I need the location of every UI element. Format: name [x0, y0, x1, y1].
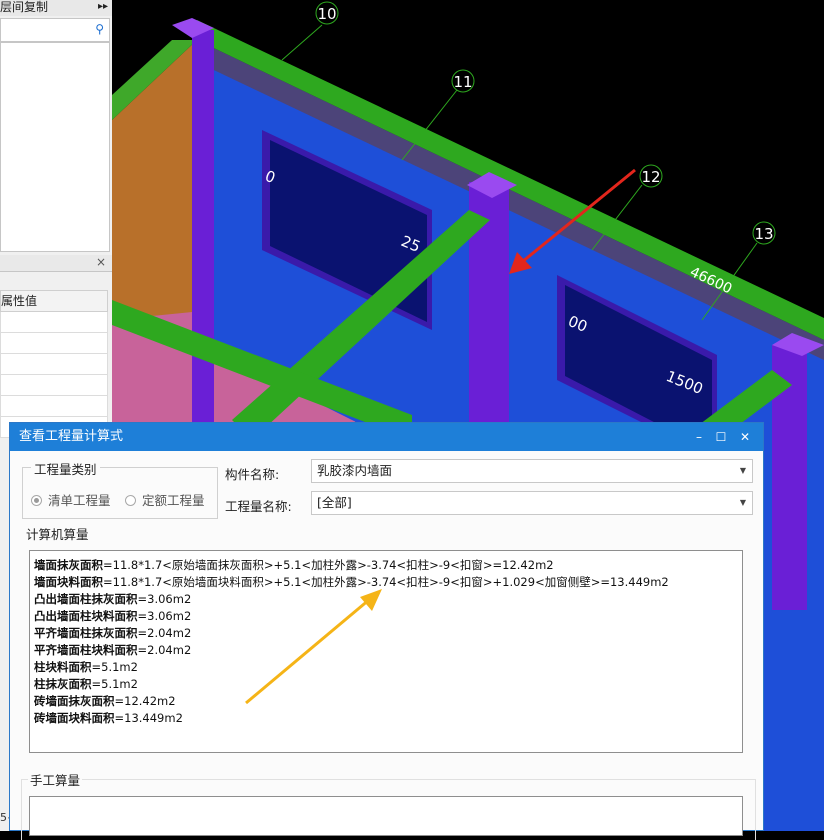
grid-header-label: 属性值 — [1, 294, 38, 308]
grid-row[interactable] — [0, 312, 108, 333]
grid-row[interactable] — [0, 333, 108, 354]
panel-tree[interactable] — [0, 42, 110, 252]
properties-grid: 属性值 — [0, 290, 108, 438]
panel-title: 层间复制 — [0, 0, 49, 14]
axis-marker-10: 10 — [315, 1, 339, 25]
column-1 — [192, 30, 214, 430]
grid-header: 属性值 — [0, 290, 108, 312]
yellow-arrow — [245, 589, 382, 705]
axis-label-12: 12 — [641, 168, 660, 186]
grid-row[interactable] — [0, 375, 108, 396]
grid-row[interactable] — [0, 396, 108, 417]
axis-marker-12: 12 — [639, 164, 663, 188]
quantity-formula-dialog: 查看工程量计算式 – ☐ ✕ 工程量类别 清单工程量 定额工程量 构件名称: 乳… — [9, 422, 764, 840]
axis-marker-13: 13 — [752, 221, 776, 245]
properties-header: × — [0, 255, 112, 272]
axis-label-13: 13 — [754, 225, 773, 243]
panel-search-input[interactable]: ⚲ — [0, 18, 110, 42]
axis-label-11: 11 — [453, 73, 472, 91]
grid-row[interactable] — [0, 354, 108, 375]
axis-label-10: 10 — [317, 5, 336, 23]
panel-title-bar: 层间复制 ▸▸ — [0, 0, 112, 16]
close-icon[interactable]: × — [96, 255, 106, 269]
expand-arrows-icon[interactable]: ▸▸ — [98, 0, 108, 14]
search-icon[interactable]: ⚲ — [95, 22, 104, 36]
axis-marker-11: 11 — [451, 69, 475, 93]
